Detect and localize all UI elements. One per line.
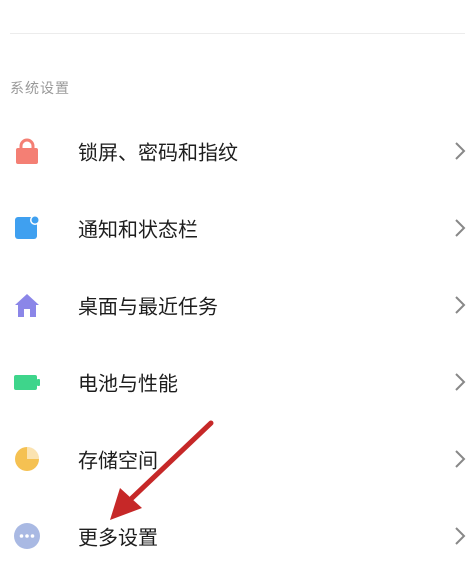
settings-item-battery[interactable]: 电池与性能 — [0, 343, 475, 420]
settings-item-label: 存储空间 — [78, 448, 158, 472]
more-icon — [13, 522, 41, 550]
home-icon — [13, 291, 41, 319]
settings-item-label: 通知和状态栏 — [78, 217, 198, 241]
chevron-right-icon — [455, 526, 466, 545]
chevron-right-icon — [455, 449, 466, 468]
settings-item-label: 桌面与最近任务 — [78, 294, 218, 318]
settings-item-storage[interactable]: 存储空间 — [0, 420, 475, 497]
settings-item-more[interactable]: 更多设置 — [0, 497, 475, 574]
settings-item-lock-screen[interactable]: 锁屏、密码和指纹 — [0, 112, 475, 189]
notification-icon — [13, 214, 41, 242]
lock-icon — [13, 137, 41, 165]
chevron-right-icon — [455, 218, 466, 237]
settings-list: 锁屏、密码和指纹 通知和状态栏 桌面与最近任务 电池与性能 存储空间 更多设置 — [0, 112, 475, 574]
chevron-right-icon — [455, 372, 466, 391]
chevron-right-icon — [455, 295, 466, 314]
chevron-right-icon — [455, 141, 466, 160]
battery-icon — [13, 368, 41, 396]
settings-item-label: 电池与性能 — [78, 371, 178, 395]
settings-item-label: 锁屏、密码和指纹 — [78, 140, 238, 164]
storage-pie-icon — [13, 445, 41, 473]
top-divider — [10, 33, 465, 34]
settings-item-label: 更多设置 — [78, 525, 158, 549]
settings-item-desktop[interactable]: 桌面与最近任务 — [0, 266, 475, 343]
settings-item-notifications[interactable]: 通知和状态栏 — [0, 189, 475, 266]
section-title: 系统设置 — [10, 81, 70, 97]
